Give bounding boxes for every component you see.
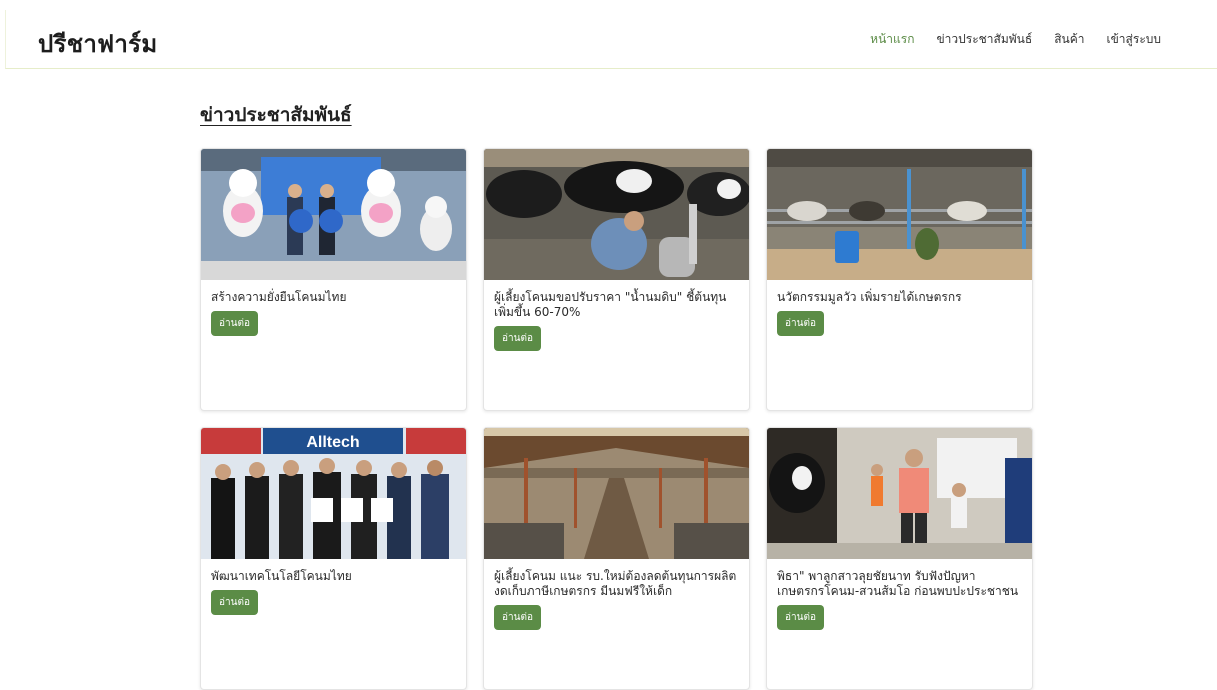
read-more-button[interactable]: อ่านต่อ xyxy=(494,326,541,351)
card-body: พิธา" พาลูกสาวลุยชัยนาท รับฟังปัญหาเกษตร… xyxy=(767,559,1032,630)
news-image[interactable] xyxy=(484,149,749,280)
news-card: สร้างความยั่งยืนโคนมไทย อ่านต่อ xyxy=(200,148,467,411)
card-body: นวัตกรรมมูลวัว เพิ่มรายได้เกษตรกร อ่านต่… xyxy=(767,280,1032,336)
news-title: นวัตกรรมมูลวัว เพิ่มรายได้เกษตรกร xyxy=(777,290,962,304)
news-title: พิธา" พาลูกสาวลุยชัยนาท รับฟังปัญหาเกษตร… xyxy=(777,569,1019,598)
svg-text:Alltech: Alltech xyxy=(306,434,359,451)
news-image[interactable]: Alltech xyxy=(201,428,466,559)
news-card: นวัตกรรมมูลวัว เพิ่มรายได้เกษตรกร อ่านต่… xyxy=(766,148,1033,411)
read-more-button[interactable]: อ่านต่อ xyxy=(494,605,541,630)
read-more-button[interactable]: อ่านต่อ xyxy=(211,311,258,336)
news-card: Alltech พัฒนาเทคโนโลยีโคนมไทย อ่านต่อ xyxy=(200,427,467,690)
news-image[interactable] xyxy=(484,428,749,559)
news-image[interactable] xyxy=(201,149,466,280)
nav-links: หน้าแรก ข่าวประชาสัมพันธ์ สินค้า เข้าสู่… xyxy=(870,30,1161,49)
news-title: ผู้เลี้ยงโคนมขอปรับราคา "น้ำนมดิบ" ชี้ต้… xyxy=(494,290,727,319)
nav-products-link[interactable]: สินค้า xyxy=(1054,30,1084,49)
news-title: ผู้เลี้ยงโคนม แนะ รบ.ใหม่ต้องลดต้นทุนการ… xyxy=(494,569,737,598)
nav-login-link[interactable]: เข้าสู่ระบบ xyxy=(1107,30,1162,49)
news-title: พัฒนาเทคโนโลยีโคนมไทย xyxy=(211,569,352,583)
brand-logo[interactable]: ปรีชาฟาร์ม xyxy=(38,24,157,63)
card-body: สร้างความยั่งยืนโคนมไทย อ่านต่อ xyxy=(201,280,466,336)
news-card: ผู้เลี้ยงโคนมขอปรับราคา "น้ำนมดิบ" ชี้ต้… xyxy=(483,148,750,411)
card-body: ผู้เลี้ยงโคนม แนะ รบ.ใหม่ต้องลดต้นทุนการ… xyxy=(484,559,749,630)
nav-home-link[interactable]: หน้าแรก xyxy=(870,30,914,49)
card-body: ผู้เลี้ยงโคนมขอปรับราคา "น้ำนมดิบ" ชี้ต้… xyxy=(484,280,749,351)
section-title: ข่าวประชาสัมพันธ์ xyxy=(200,104,352,126)
news-image[interactable] xyxy=(767,428,1032,559)
news-image[interactable] xyxy=(767,149,1032,280)
navbar: ปรีชาฟาร์ม หน้าแรก ข่าวประชาสัมพันธ์ สิน… xyxy=(5,10,1217,69)
card-body: พัฒนาเทคโนโลยีโคนมไทย อ่านต่อ xyxy=(201,559,466,615)
nav-news-link[interactable]: ข่าวประชาสัมพันธ์ xyxy=(936,30,1032,49)
read-more-button[interactable]: อ่านต่อ xyxy=(777,311,824,336)
read-more-button[interactable]: อ่านต่อ xyxy=(777,605,824,630)
read-more-button[interactable]: อ่านต่อ xyxy=(211,590,258,615)
news-card: ผู้เลี้ยงโคนม แนะ รบ.ใหม่ต้องลดต้นทุนการ… xyxy=(483,427,750,690)
news-grid: สร้างความยั่งยืนโคนมไทย อ่านต่อ ผู้เลี้ย… xyxy=(200,148,1033,690)
news-title: สร้างความยั่งยืนโคนมไทย xyxy=(211,290,347,304)
news-card: พิธา" พาลูกสาวลุยชัยนาท รับฟังปัญหาเกษตร… xyxy=(766,427,1033,690)
